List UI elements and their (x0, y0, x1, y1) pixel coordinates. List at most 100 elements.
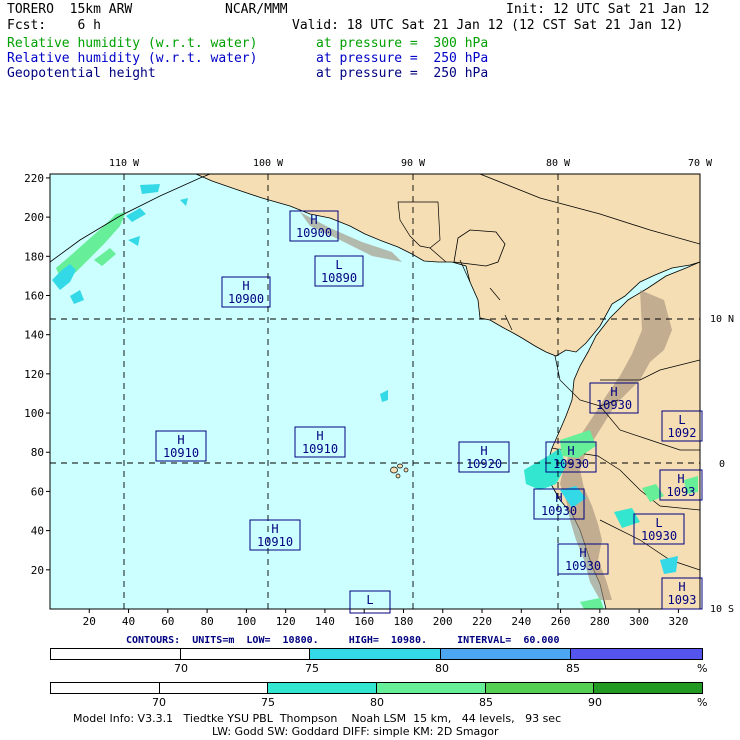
center-type-label: H (480, 444, 487, 458)
y-tick-label: 220 (24, 172, 44, 185)
forecast-hour: Fcst: 6 h (7, 18, 101, 33)
colorbar2-label-80: 80 (370, 696, 384, 709)
longitude-label: 70 W (688, 158, 713, 169)
y-tick-label: 140 (24, 329, 44, 342)
center-value-label: 10910 (257, 535, 293, 549)
colorbar2-label-75: 75 (261, 696, 275, 709)
colorbar-rh-300 (50, 648, 703, 660)
field-3-level: at pressure = 250 hPa (316, 66, 489, 81)
init-time: Init: 12 UTC Sat 21 Jan 12 (506, 2, 710, 17)
y-tick-label: 120 (24, 368, 44, 381)
longitude-label: 90 W (401, 158, 426, 169)
x-tick-label: 160 (354, 615, 374, 628)
x-tick-label: 200 (433, 615, 453, 628)
x-tick-label: 20 (83, 615, 96, 628)
colorbar1-swatch-0 (51, 649, 181, 659)
center-name: NCAR/MMM (225, 2, 288, 17)
y-tick-label: 60 (31, 485, 44, 498)
x-tick-label: 280 (590, 615, 610, 628)
center-type-label: H (677, 472, 684, 486)
x-tick-label: 180 (394, 615, 414, 628)
colorbar1-swatch-1 (180, 649, 311, 659)
center-type-label: H (579, 546, 586, 560)
latitude-label: 0 (719, 459, 725, 470)
field-1-level: at pressure = 300 hPa (316, 36, 489, 51)
colorbar1-label-75: 75 (305, 662, 319, 675)
center-value-label: 10890 (321, 271, 357, 285)
center-type-label: H (555, 491, 562, 505)
colorbar1-label-70: 70 (174, 662, 188, 675)
colorbar-rh-250 (50, 682, 703, 694)
center-type-label: L (335, 258, 342, 272)
longitude-label: 100 W (253, 158, 284, 169)
model-info-line-1: Model Info: V3.3.1 Tiedtke YSU PBL Thomp… (73, 712, 562, 725)
colorbar1-label-pct: % (697, 662, 708, 675)
colorbar2-swatch-1 (159, 683, 269, 693)
field-1-name: Relative humidity (w.r.t. water) (7, 36, 258, 51)
x-tick-label: 320 (668, 615, 688, 628)
y-tick-label: 20 (31, 564, 44, 577)
center-type-label: L (366, 593, 373, 607)
yucatan-land (453, 229, 506, 267)
x-tick-label: 120 (276, 615, 296, 628)
map-figure: H10900L10890H10900H10930L1092H10910H1091… (24, 158, 734, 628)
center-type-label: H (310, 213, 317, 227)
colorbar2-label-70: 70 (152, 696, 166, 709)
center-value-label: 10930 (553, 457, 589, 471)
x-tick-label: 260 (551, 615, 571, 628)
center-type-label: H (242, 279, 249, 293)
x-tick-label: 220 (472, 615, 492, 628)
colorbar2-swatch-0 (51, 683, 160, 693)
y-axis: 220 200 180 160 140 120 100 80 60 40 20 (24, 172, 50, 577)
colorbar1-swatch-2 (310, 649, 441, 659)
colorbar2-swatch-5 (594, 683, 703, 693)
field-2-name: Relative humidity (w.r.t. water) (7, 51, 258, 66)
colorbar2-label-85: 85 (479, 696, 493, 709)
colorbar2-label-pct: % (697, 696, 708, 709)
center-value-label: 10930 (541, 504, 577, 518)
colorbar1-swatch-4 (571, 649, 702, 659)
latitude-label: 10 N (710, 314, 734, 325)
y-tick-label: 100 (24, 407, 44, 420)
latitude-label: 10 S (710, 604, 734, 615)
colorbar1-swatch-3 (440, 649, 572, 659)
weather-map-page: TORERO 15km ARW NCAR/MMM Init: 12 UTC Sa… (0, 0, 740, 740)
x-tick-label: 240 (511, 615, 531, 628)
center-value-label: 1093 (668, 593, 697, 607)
valid-time: Valid: 18 UTC Sat 21 Jan 12 (12 CST Sat … (292, 18, 684, 33)
x-tick-label: 40 (122, 615, 135, 628)
contours-info: CONTOURS: UNITS=m LOW= 10800. HIGH= 1098… (126, 635, 560, 646)
y-tick-label: 160 (24, 289, 44, 302)
center-value-label: 10930 (565, 559, 601, 573)
longitude-label: 80 W (546, 158, 571, 169)
center-type-label: H (678, 580, 685, 594)
x-tick-label: 300 (629, 615, 649, 628)
center-value-label: 10910 (302, 442, 338, 456)
y-tick-label: 80 (31, 446, 44, 459)
center-value-label: 10900 (296, 226, 332, 240)
colorbar2-swatch-3 (377, 683, 486, 693)
longitude-labels: 110 W 100 W 90 W 80 W 70 W (109, 158, 713, 169)
x-tick-label: 80 (200, 615, 213, 628)
field-2-level: at pressure = 250 hPa (316, 51, 489, 66)
center-value-label: 10910 (163, 446, 199, 460)
longitude-label: 110 W (109, 158, 140, 169)
center-type-label: L (678, 413, 685, 427)
model-info-line-2: LW: Godd SW: Goddard DIFF: simple KM: 2D… (212, 725, 499, 738)
x-tick-label: 140 (315, 615, 335, 628)
center-type-label: L (655, 516, 662, 530)
colorbar2-label-90: 90 (588, 696, 602, 709)
colorbar2-swatch-4 (485, 683, 595, 693)
x-tick-label: 60 (161, 615, 174, 628)
y-tick-label: 200 (24, 211, 44, 224)
center-type-label: H (567, 444, 574, 458)
y-tick-label: 180 (24, 250, 44, 263)
center-type-label: H (177, 433, 184, 447)
center-value-label: 10900 (228, 292, 264, 306)
colorbar1-label-80: 80 (435, 662, 449, 675)
center-value-label: 10920 (466, 457, 502, 471)
center-value-label: 10930 (641, 529, 677, 543)
colorbar2-swatch-2 (268, 683, 378, 693)
y-tick-label: 40 (31, 525, 44, 538)
colorbar1-label-85: 85 (566, 662, 580, 675)
